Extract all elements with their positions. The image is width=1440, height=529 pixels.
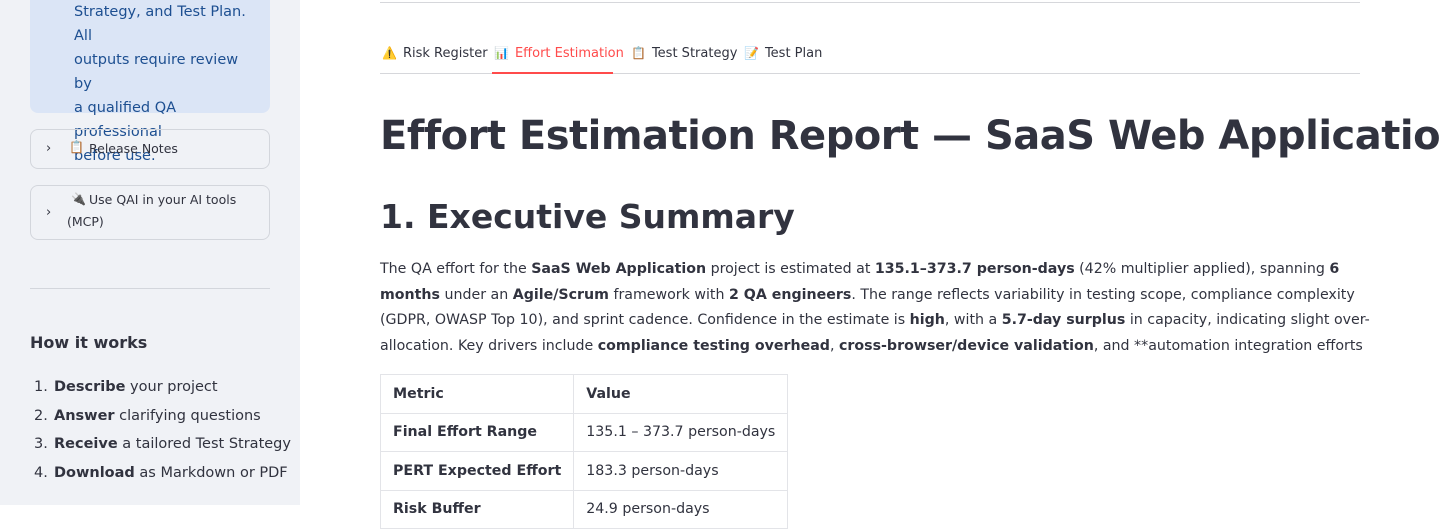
warning-icon: ⚠️ (382, 46, 397, 60)
release-notes-expander[interactable]: › 📋 Release Notes (30, 129, 270, 169)
disclaimer-info-box: Strategy, and Test Plan. All outputs req… (30, 0, 270, 164)
top-divider (380, 2, 1360, 3)
chevron-right-icon: › (46, 141, 52, 156)
mcp-expander[interactable]: › 🔌 Use QAI in your AI tools (MCP) (30, 185, 270, 240)
how-it-works-title: How it works (30, 333, 148, 352)
expander-label: Release Notes (89, 141, 178, 156)
metric-cell: Final Effort Range (379, 412, 575, 452)
step-item: 4. Download as Markdown or PDF (34, 465, 288, 482)
expander-label: Use QAI in your AI tools (89, 192, 237, 207)
tab-risk-register[interactable]: ⚠️ Risk Register (382, 46, 488, 61)
info-line: outputs require review by (74, 52, 239, 92)
table-row: PERT Expected Effort 183.3 person-days (379, 451, 789, 491)
step-item: 2. Answer clarifying questions (34, 407, 261, 424)
value-cell: 24.9 person-days (573, 489, 789, 529)
value-cell: 135.1 – 373.7 person-days (573, 412, 789, 452)
info-line: Strategy, and Test Plan. All (74, 4, 246, 44)
step-item: 1. Describe your project (34, 379, 218, 395)
report-tabs: ⚠️ Risk Register 📊 Effort Estimation 📋 Test… (380, 40, 1360, 74)
plug-icon: 🔌 (71, 192, 86, 206)
chevron-right-icon: › (46, 205, 52, 220)
table-row: Risk Buffer 24.9 person-days (379, 489, 789, 529)
metric-cell: Risk Buffer (379, 489, 575, 529)
table-row: Final Effort Range 135.1 – 373.7 person-… (379, 412, 789, 452)
how-it-works-steps: 1. Describe your project 2. Answer clarify… (34, 376, 291, 491)
clipboard-icon: 📋 (631, 46, 646, 60)
tab-test-plan[interactable]: 📝 Test Plan (744, 46, 822, 61)
memo-icon: 📝 (744, 46, 759, 60)
active-tab-indicator (492, 72, 613, 74)
step-item: 3. Receive a tailored Test Strategy (34, 436, 291, 453)
column-header: Value (573, 374, 789, 414)
executive-summary-text: The QA effort for the SaaS Web Applicati… (380, 261, 1370, 354)
table-header-row: Metric Value (379, 374, 789, 414)
main-content: ⚠️ Risk Register 📊 Effort Estimation 📋 Test… (300, 0, 1440, 529)
sidebar-divider (30, 288, 270, 289)
metric-cell: PERT Expected Effort (379, 451, 575, 491)
sidebar: Strategy, and Test Plan. All outputs req… (0, 0, 300, 505)
report-title: Effort Estimation Report — SaaS Web Appl… (380, 113, 1440, 159)
bar-chart-icon: 📊 (494, 46, 509, 60)
section-title: 1. Executive Summary (380, 197, 795, 236)
tab-test-strategy[interactable]: 📋 Test Strategy (631, 46, 737, 61)
expander-label-cont: (MCP) (67, 214, 104, 229)
column-header: Metric (379, 374, 575, 414)
metrics-table: Metric Value Final Effort Range 135.1 – … (379, 374, 789, 529)
tab-effort-estimation[interactable]: 📊 Effort Estimation (494, 46, 624, 61)
value-cell: 183.3 person-days (573, 451, 789, 491)
clipboard-icon: 📋 (69, 140, 84, 154)
